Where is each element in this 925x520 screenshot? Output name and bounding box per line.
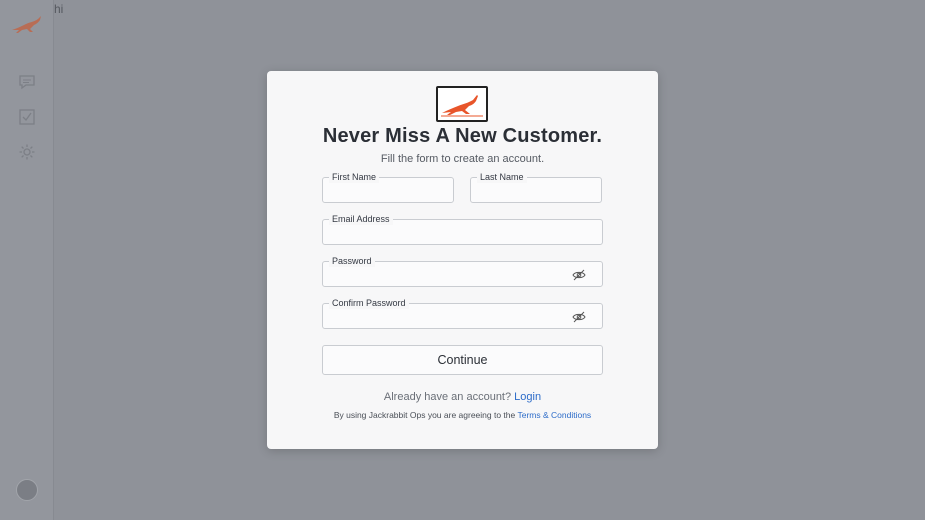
password-field[interactable]: Password [322, 255, 603, 287]
rabbit-icon [441, 95, 483, 117]
terms-prefix-text: By using Jackrabbit Ops you are agreeing… [333, 410, 516, 420]
login-prompt-text: Already have an account? [383, 391, 512, 403]
confirm-password-label: Confirm Password [329, 297, 409, 309]
modal-subtitle: Fill the form to create an account. [380, 153, 545, 165]
modal-overlay: Never Miss A New Customer. Fill the form… [0, 0, 925, 520]
first-name-label: First Name [329, 171, 380, 183]
confirm-password-field[interactable]: Confirm Password [322, 297, 603, 329]
jackrabbit-logo [436, 86, 488, 122]
login-prompt-line: Already have an account? Login [267, 391, 658, 403]
email-field[interactable]: Email Address [322, 213, 603, 245]
eye-slash-icon[interactable] [572, 268, 586, 282]
eye-slash-icon[interactable] [572, 310, 586, 324]
first-name-field[interactable]: First Name [322, 171, 454, 203]
terms-line: By using Jackrabbit Ops you are agreeing… [267, 410, 658, 420]
modal-title: Never Miss A New Customer. [322, 125, 603, 147]
signup-modal: Never Miss A New Customer. Fill the form… [267, 71, 658, 449]
email-label: Email Address [329, 213, 393, 225]
password-label: Password [329, 255, 375, 267]
last-name-field[interactable]: Last Name [470, 171, 602, 203]
continue-button[interactable]: Continue [322, 345, 603, 375]
terms-link[interactable]: Terms & Conditions [517, 410, 591, 420]
last-name-label: Last Name [477, 171, 527, 183]
login-link[interactable]: Login [514, 391, 541, 403]
